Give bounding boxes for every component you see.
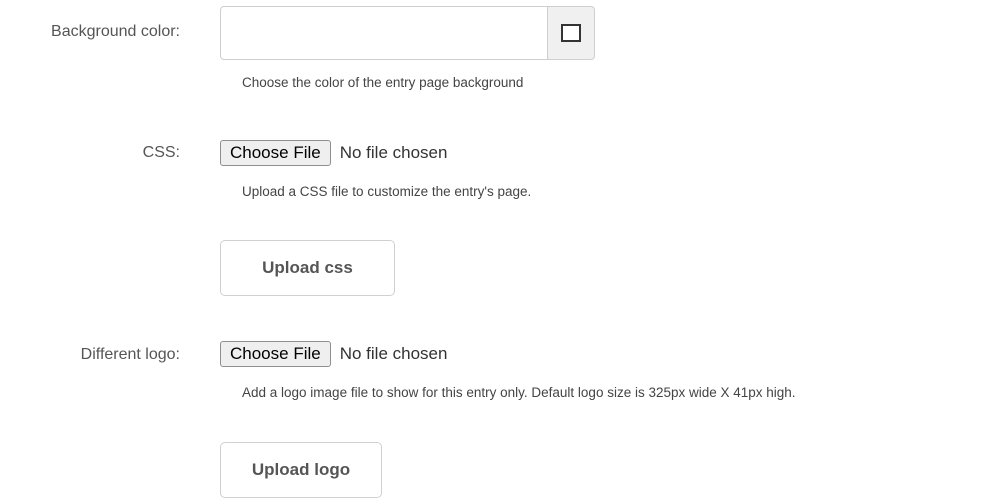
css-file-status: No file chosen	[339, 143, 448, 162]
css-label: CSS:	[142, 144, 180, 161]
upload-logo-button[interactable]: Upload logo	[220, 442, 382, 498]
logo-file-status: No file chosen	[339, 344, 448, 363]
logo-help: Add a logo image file to show for this e…	[242, 385, 796, 400]
upload-css-button[interactable]: Upload css	[220, 240, 395, 296]
background-color-label: Background color:	[51, 23, 180, 40]
background-color-input[interactable]	[220, 6, 548, 60]
css-help: Upload a CSS file to customize the entry…	[242, 184, 532, 199]
logo-file-input[interactable]: Choose File No file chosen	[220, 341, 447, 367]
different-logo-label: Different logo:	[80, 346, 180, 363]
logo-choose-file-button[interactable]: Choose File	[220, 341, 331, 367]
css-choose-file-button[interactable]: Choose File	[220, 140, 331, 166]
color-swatch-icon	[561, 24, 581, 42]
css-file-input[interactable]: Choose File No file chosen	[220, 140, 447, 166]
color-picker-button[interactable]	[548, 6, 595, 60]
background-color-help: Choose the color of the entry page backg…	[242, 75, 524, 90]
